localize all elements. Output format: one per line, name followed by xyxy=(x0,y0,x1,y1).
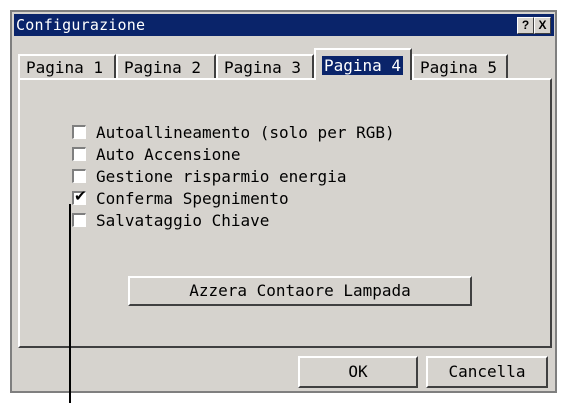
tab-pagina-1[interactable]: Pagina 1 xyxy=(18,54,116,79)
option-salvataggio-chiave[interactable]: Salvataggio Chiave xyxy=(72,209,269,231)
tab-label: Pagina 3 xyxy=(224,58,302,77)
tab-label: Pagina 4 xyxy=(322,56,404,75)
help-button[interactable]: ? xyxy=(517,17,534,34)
salvataggio-chiave-checkbox[interactable] xyxy=(72,213,86,227)
title-bar[interactable]: Configurazione ? X xyxy=(14,14,554,36)
conferma-spegnimento-checkbox[interactable]: ✔ xyxy=(72,187,87,205)
tab-pagina-2[interactable]: Pagina 2 xyxy=(116,54,216,79)
autoallineamento-checkbox[interactable] xyxy=(72,125,86,139)
tab-pagina-4[interactable]: Pagina 4 xyxy=(314,48,412,80)
window-title: Configurazione xyxy=(16,16,146,34)
cancel-button[interactable]: Cancella xyxy=(426,356,548,388)
tab-strip: Pagina 1 Pagina 2 Pagina 3 Pagina 4 Pagi… xyxy=(18,48,558,80)
tab-pagina-5[interactable]: Pagina 5 xyxy=(412,54,508,79)
option-auto-accensione[interactable]: Auto Accensione xyxy=(72,143,241,165)
option-label: Gestione risparmio energia xyxy=(96,166,347,186)
auto-accensione-checkbox[interactable] xyxy=(72,147,86,161)
configuration-dialog: Configurazione ? X Pagina 1 Pagina 2 Pag… xyxy=(10,10,557,393)
tab-label: Pagina 1 xyxy=(26,58,104,77)
option-gestione-risparmio-energia[interactable]: Gestione risparmio energia xyxy=(72,165,346,187)
close-button[interactable]: X xyxy=(534,17,551,34)
checkmark-icon: ✔ xyxy=(74,187,87,205)
option-label: Salvataggio Chiave xyxy=(96,210,270,230)
tab-label: Pagina 5 xyxy=(420,58,498,77)
reset-lamp-hours-button[interactable]: Azzera Contaore Lampada xyxy=(128,276,472,306)
option-label: Auto Accensione xyxy=(96,144,241,164)
title-buttons: ? X xyxy=(517,17,551,34)
gestione-risparmio-checkbox[interactable] xyxy=(72,169,86,183)
option-label: Conferma Spegnimento xyxy=(96,188,289,208)
option-label: Autoallineamento (solo per RGB) xyxy=(96,122,395,142)
tab-panel: Autoallineamento (solo per RGB) Auto Acc… xyxy=(18,78,552,348)
tab-pagina-3[interactable]: Pagina 3 xyxy=(216,54,314,79)
option-autoallineamento[interactable]: Autoallineamento (solo per RGB) xyxy=(72,121,395,143)
tab-label: Pagina 2 xyxy=(124,58,202,77)
callout-line xyxy=(69,204,71,403)
option-conferma-spegnimento[interactable]: ✔ Conferma Spegnimento xyxy=(72,187,289,209)
ok-button[interactable]: OK xyxy=(298,356,418,388)
